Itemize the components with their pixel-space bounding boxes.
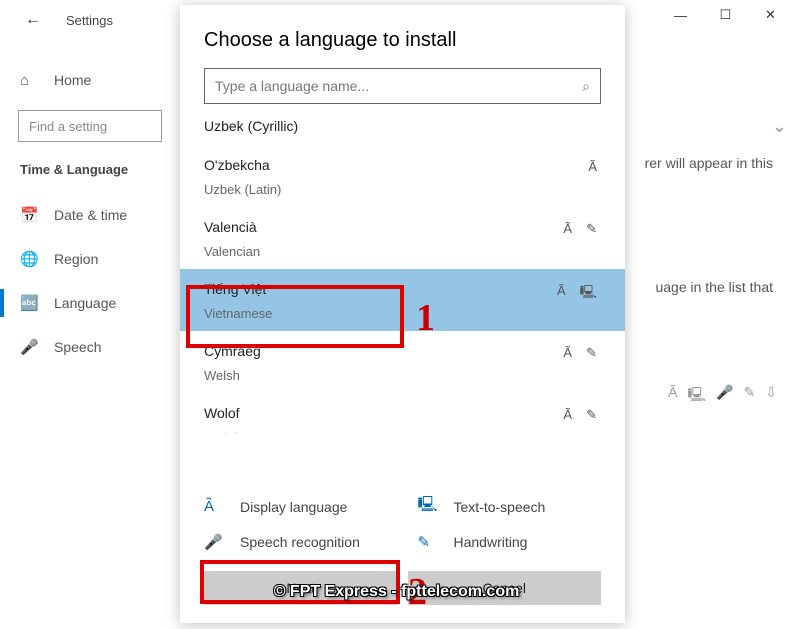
language-row[interactable]: Uzbek (Cyrillic) (180, 114, 625, 145)
language-row[interactable]: Valencià Valencian A͂ ✎ (180, 207, 625, 269)
bg-text: uage in the list that (655, 279, 773, 295)
watermark: © FPT Express - fpttelecom.com (274, 583, 520, 601)
language-native: Uzbek (Cyrillic) (204, 116, 601, 137)
sidebar-home[interactable]: ⌂ Home (0, 60, 180, 100)
language-icon: 🔤 (20, 294, 40, 312)
display-icon: A͂ (563, 345, 572, 361)
speech-icon: 🎤 (716, 384, 733, 408)
speech-icon: 🎤 (204, 533, 226, 551)
display-icon: A͂ (563, 407, 572, 423)
globe-icon: 🌐 (20, 250, 40, 268)
download-icon: ⇩ (765, 384, 777, 408)
feature-icons-right: A͂ 🖳 🎤 ✎ ⇩ (668, 384, 777, 408)
find-placeholder: Find a setting (29, 119, 107, 134)
feature-legend: A͂ Display language 🖳 Text-to-speech 🎤 Spee… (180, 476, 625, 571)
language-row[interactable]: Wolof Wolof A͂ ✎ (180, 393, 625, 433)
calendar-icon: 📅 (20, 206, 40, 224)
nav-label: Speech (54, 339, 101, 355)
language-row[interactable]: O'zbekcha Uzbek (Latin) A͂ (180, 145, 625, 207)
window-title: Settings (66, 13, 113, 28)
maximize-button[interactable]: ☐ (703, 0, 748, 30)
close-button[interactable]: ✕ (748, 0, 793, 30)
feature-label: Text-to-speech (454, 499, 546, 515)
nav-speech[interactable]: 🎤 Speech (0, 325, 180, 369)
language-native: Valencià (204, 217, 601, 238)
handwriting-icon: ✎ (418, 533, 440, 551)
handwriting-icon: ✎ (744, 384, 756, 408)
home-icon: ⌂ (20, 72, 40, 89)
display-icon: A͂ (588, 159, 597, 174)
dialog-title: Choose a language to install (180, 5, 625, 68)
bg-text: rer will appear in this (645, 155, 773, 171)
language-english: Valencian (204, 244, 601, 259)
nav-date-time[interactable]: 📅 Date & time (0, 193, 180, 237)
tts-icon: 🖳 (580, 283, 597, 305)
nav-label: Language (54, 295, 116, 311)
microphone-icon: 🎤 (20, 338, 40, 356)
find-setting-input[interactable]: Find a setting (18, 110, 162, 142)
annotation-number-1: 1 (416, 296, 435, 340)
nav-region[interactable]: 🌐 Region (0, 237, 180, 281)
language-english: Wolof (204, 430, 601, 433)
scroll-indicator: ⌄ (772, 116, 787, 137)
search-placeholder: Type a language name... (215, 78, 369, 94)
display-icon: A͂ (668, 384, 677, 408)
nav-label: Region (54, 251, 98, 267)
back-button[interactable]: ← (20, 7, 46, 33)
language-search-input[interactable]: Type a language name... ⌕ (204, 68, 601, 104)
annotation-box-1 (186, 285, 404, 348)
tts-icon: 🖳 (418, 494, 440, 519)
feature-label: Speech recognition (240, 534, 360, 550)
handwriting-icon: ✎ (586, 221, 597, 237)
display-icon: A͂ (204, 498, 226, 515)
search-icon: ⌕ (582, 78, 590, 95)
sidebar-home-label: Home (54, 72, 91, 88)
minimize-button[interactable]: — (658, 0, 703, 30)
language-native: Wolof (204, 403, 601, 424)
section-title: Time & Language (0, 152, 180, 193)
display-icon: A͂ (557, 283, 566, 305)
language-english: Uzbek (Latin) (204, 182, 601, 197)
handwriting-icon: ✎ (586, 345, 597, 361)
language-english: Welsh (204, 368, 601, 383)
tts-icon: 🖳 (687, 384, 706, 408)
display-icon: A͂ (563, 221, 572, 237)
feature-label: Handwriting (454, 534, 528, 550)
feature-label: Display language (240, 499, 347, 515)
sidebar: ⌂ Home Find a setting Time & Language 📅 … (0, 50, 180, 369)
language-native: O'zbekcha (204, 155, 601, 176)
handwriting-icon: ✎ (586, 407, 597, 423)
nav-language[interactable]: 🔤 Language (0, 281, 180, 325)
nav-label: Date & time (54, 207, 127, 223)
